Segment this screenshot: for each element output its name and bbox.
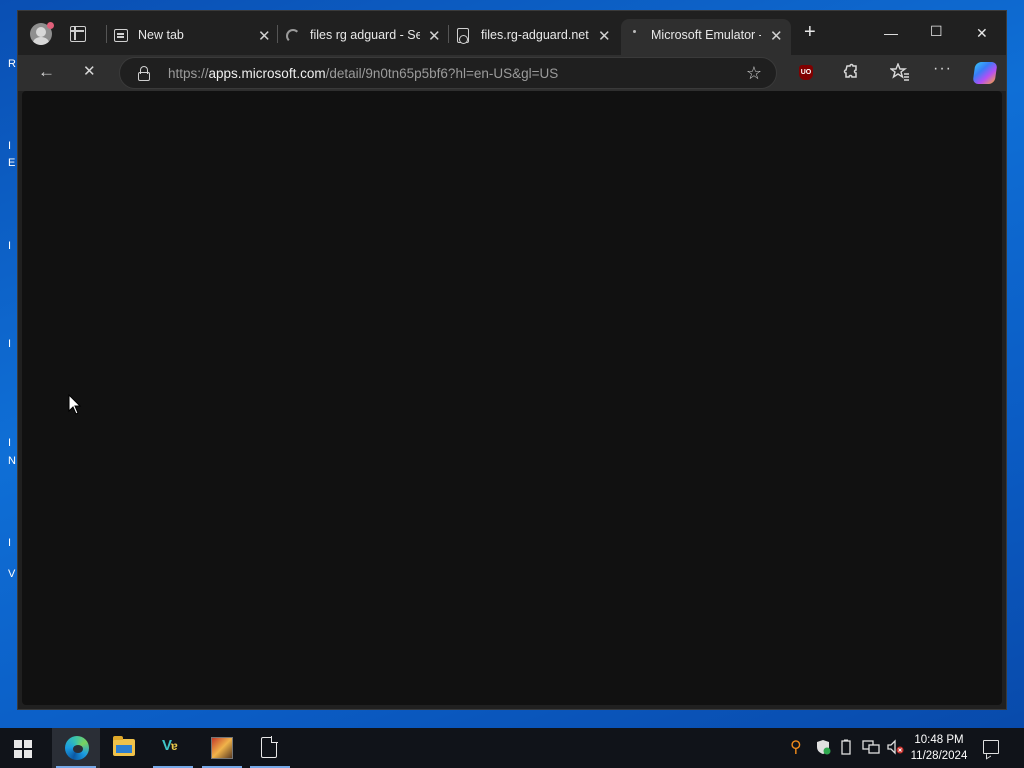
tab-close-button[interactable]: ✕ bbox=[598, 27, 611, 45]
loading-dot-icon bbox=[633, 30, 636, 33]
tab-title: Microsoft Emulator - bbox=[651, 28, 761, 42]
taskbar-file-button[interactable] bbox=[246, 728, 294, 768]
notifications-icon[interactable] bbox=[983, 740, 999, 754]
tab-new-tab[interactable]: New tab ✕ bbox=[108, 19, 276, 55]
url-text[interactable]: https://apps.microsoft.com/detail/9n0tn6… bbox=[168, 66, 558, 81]
loading-spinner-icon bbox=[286, 29, 300, 43]
tab-divider bbox=[106, 25, 107, 43]
favorite-star-icon[interactable]: ☆ bbox=[746, 63, 762, 84]
folder-icon bbox=[113, 736, 135, 756]
page-icon bbox=[457, 28, 469, 44]
tab-close-button[interactable]: ✕ bbox=[428, 27, 441, 45]
taskbar: Vɐ ⚲ 10:48 PM 11/28/2024 bbox=[0, 728, 1024, 768]
tab-close-button[interactable]: ✕ bbox=[258, 27, 271, 45]
file-icon bbox=[261, 736, 278, 758]
clock-date: 11/28/2024 bbox=[910, 750, 968, 762]
tab-divider bbox=[277, 25, 278, 43]
favorites-icon[interactable] bbox=[888, 62, 910, 85]
tab-title: files.rg-adguard.net bbox=[481, 28, 589, 42]
tab-strip: New tab ✕ files rg adguard - Se ✕ files.… bbox=[18, 11, 1006, 55]
search-tray-icon[interactable]: ⚲ bbox=[790, 737, 802, 757]
tab-title: New tab bbox=[138, 28, 184, 42]
tab-files-rg-adguard-net[interactable]: files.rg-adguard.net ✕ bbox=[451, 19, 619, 55]
new-tab-icon bbox=[114, 29, 128, 42]
tab-files-rg-adguard-search[interactable]: files rg adguard - Se ✕ bbox=[280, 19, 448, 55]
tab-close-button[interactable]: ✕ bbox=[770, 27, 783, 45]
battery-icon[interactable] bbox=[841, 739, 851, 758]
tab-divider bbox=[448, 25, 449, 43]
system-clock[interactable]: 10:48 PM 11/28/2024 bbox=[902, 732, 976, 764]
browser-window: New tab ✕ files rg adguard - Se ✕ files.… bbox=[17, 10, 1007, 710]
minimize-button[interactable]: — bbox=[884, 25, 898, 41]
copilot-icon[interactable] bbox=[972, 62, 998, 84]
tab-title: files rg adguard - Se bbox=[310, 28, 420, 42]
taskbar-edge-button[interactable] bbox=[52, 728, 100, 768]
taskbar-visual-studio-button[interactable]: Vɐ bbox=[149, 728, 197, 768]
ublock-origin-extension-icon[interactable]: UO bbox=[799, 65, 813, 80]
page-content-loading[interactable] bbox=[22, 91, 1002, 705]
new-tab-button[interactable]: + bbox=[804, 21, 816, 44]
visual-studio-icon: Vɐ bbox=[162, 737, 178, 754]
profile-notification-badge bbox=[47, 22, 54, 29]
edge-icon bbox=[65, 736, 89, 760]
clock-time: 10:48 PM bbox=[914, 734, 964, 746]
taskbar-game-button[interactable] bbox=[198, 728, 246, 768]
back-button[interactable]: ← bbox=[38, 63, 55, 81]
game-icon bbox=[211, 737, 233, 759]
browser-toolbar: ← ✕ https://apps.microsoft.com/detail/9n… bbox=[18, 55, 1006, 91]
stop-loading-button[interactable]: ✕ bbox=[83, 63, 96, 81]
taskbar-file-explorer-button[interactable] bbox=[100, 728, 148, 768]
extensions-puzzle-icon[interactable] bbox=[841, 63, 859, 85]
windows-start-icon[interactable] bbox=[14, 740, 32, 758]
network-icon[interactable] bbox=[862, 739, 880, 758]
lock-icon[interactable] bbox=[138, 66, 150, 81]
address-bar[interactable]: https://apps.microsoft.com/detail/9n0tn6… bbox=[119, 57, 777, 89]
more-options-icon[interactable]: ··· bbox=[933, 60, 952, 78]
tab-actions-menu-icon[interactable] bbox=[70, 26, 86, 42]
close-window-button[interactable]: ✕ bbox=[976, 25, 988, 42]
maximize-button[interactable]: ☐ bbox=[930, 23, 943, 40]
tab-microsoft-emulator[interactable]: Microsoft Emulator - ✕ bbox=[621, 19, 791, 55]
windows-security-icon[interactable] bbox=[815, 739, 831, 758]
